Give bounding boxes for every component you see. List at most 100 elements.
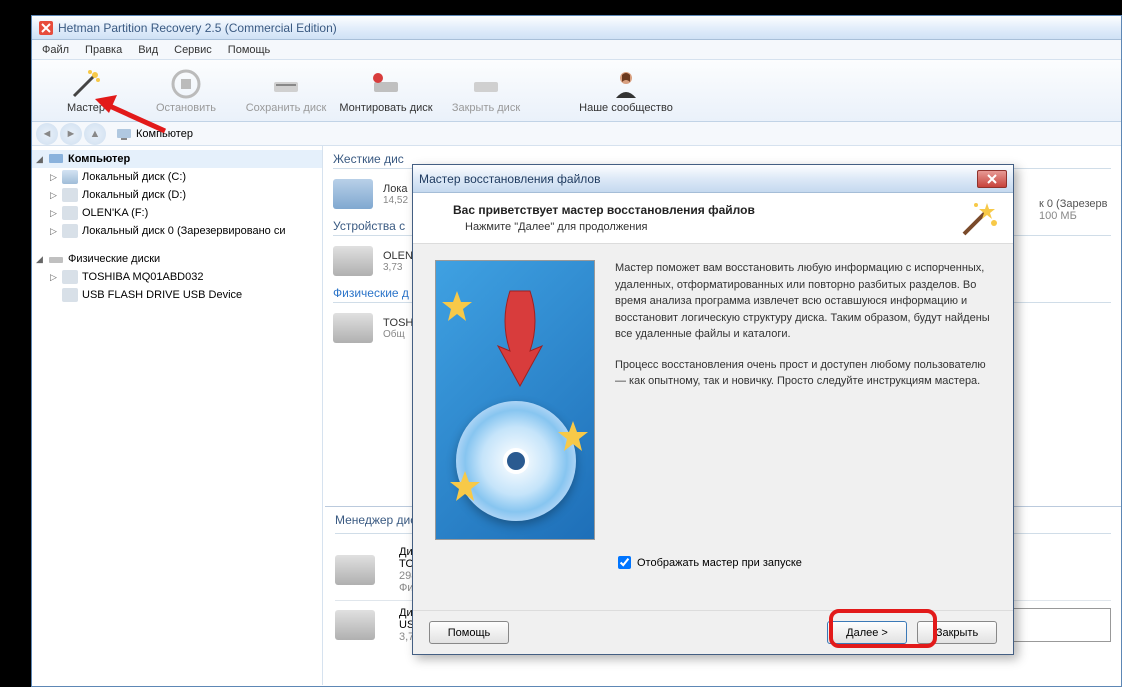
tree-item-label: OLEN'KA (F:) (82, 207, 148, 219)
tree-item-f[interactable]: ▷ OLEN'KA (F:) (32, 204, 322, 222)
tree-item-label: TOSHIBA MQ01ABD032 (82, 271, 203, 283)
wand-icon (959, 199, 999, 239)
close-disk-icon (470, 68, 502, 100)
menu-service[interactable]: Сервис (166, 42, 220, 58)
sidebar: ◢ Компьютер ▷ Локальный диск (C:) ▷ Локаль… (32, 146, 323, 685)
expand-icon[interactable]: ▷ (50, 226, 60, 237)
close-button[interactable]: Закрыть (917, 621, 997, 644)
drive-icon (62, 206, 78, 220)
wizard-para1: Мастер поможет вам восстановить любую ин… (615, 260, 991, 343)
wizard-dialog: Мастер восстановления файлов Вас приветс… (412, 164, 1014, 655)
menubar: Файл Правка Вид Сервис Помощь (32, 40, 1121, 60)
tree-phys-1[interactable]: USB FLASH DRIVE USB Device (32, 286, 322, 304)
tree-phys-header[interactable]: ◢ Физические диски (32, 250, 322, 268)
wizard-text: Мастер поможет вам восстановить любую ин… (615, 260, 991, 540)
disk-icon (333, 313, 373, 343)
wizard-titlebar[interactable]: Мастер восстановления файлов (413, 165, 1013, 193)
wizard-footer: Помощь Далее > Закрыть (413, 610, 1013, 654)
device-name: OLEN (383, 250, 413, 262)
tree-root-label: Компьютер (68, 153, 130, 165)
device-sub: Общ (383, 329, 413, 340)
nav-back-button[interactable]: ◄ (36, 123, 58, 145)
right-line1: к 0 (Зарезерв (1039, 198, 1119, 210)
nav-location[interactable]: Компьютер (116, 127, 193, 141)
expand-icon[interactable]: ◢ (36, 154, 46, 165)
disk-icon (48, 252, 64, 266)
wizard-title: Мастер восстановления файлов (419, 172, 977, 186)
star-icon (450, 471, 480, 501)
disk-icon (62, 288, 78, 302)
tree-item-c[interactable]: ▷ Локальный диск (C:) (32, 168, 322, 186)
disk-icon (335, 555, 375, 585)
tree-item-label: Локальный диск 0 (Зарезервировано си (82, 225, 285, 237)
star-icon (558, 421, 588, 451)
star-icon (442, 291, 472, 321)
save-disk-label: Сохранить диск (246, 102, 327, 114)
tree-phys-0[interactable]: ▷ TOSHIBA MQ01ABD032 (32, 268, 322, 286)
device-size: 3,73 (383, 262, 413, 273)
expand-icon[interactable]: ▷ (50, 272, 60, 283)
wizard-label: Мастер (67, 102, 105, 114)
arrow-down-icon (490, 281, 550, 391)
community-button[interactable]: Наше сообщество (576, 62, 676, 120)
close-icon (987, 174, 997, 184)
show-on-startup-checkbox[interactable] (618, 556, 631, 569)
help-button[interactable]: Помощь (429, 621, 509, 644)
stop-button[interactable]: Остановить (136, 62, 236, 120)
next-button[interactable]: Далее > (827, 621, 907, 644)
stop-label: Остановить (156, 102, 216, 114)
close-button[interactable] (977, 170, 1007, 188)
tree-root[interactable]: ◢ Компьютер (32, 150, 322, 168)
community-label: Наше сообщество (579, 102, 673, 114)
device-name: TOSH (383, 317, 413, 329)
app-icon (38, 20, 54, 36)
wizard-para2: Процесс восстановления очень прост и дос… (615, 357, 991, 390)
person-icon (610, 68, 642, 100)
close-disk-button[interactable]: Закрыть диск (436, 62, 536, 120)
tree-item-label: Локальный диск (D:) (82, 189, 186, 201)
hdd-icon (333, 179, 373, 209)
wizard-heading: Вас приветствует мастер восстановления ф… (453, 203, 958, 217)
computer-icon (116, 127, 132, 141)
menu-view[interactable]: Вид (130, 42, 166, 58)
tree-item-reserved[interactable]: ▷ Локальный диск 0 (Зарезервировано си (32, 222, 322, 240)
expand-icon[interactable]: ▷ (50, 208, 60, 219)
tree-item-label: USB FLASH DRIVE USB Device (82, 289, 242, 301)
drive-icon (62, 188, 78, 202)
mount-disk-label: Монтировать диск (339, 102, 432, 114)
menu-edit[interactable]: Правка (77, 42, 130, 58)
disk-icon (335, 610, 375, 640)
right-line2: 100 МБ (1039, 210, 1119, 222)
save-disk-button[interactable]: Сохранить диск (236, 62, 336, 120)
device-name: Лока (383, 183, 408, 195)
tree-phys-label: Физические диски (68, 253, 160, 265)
computer-icon (48, 152, 64, 166)
wizard-checkbox-row: Отображать мастер при запуске (413, 556, 1013, 569)
wand-icon (70, 68, 102, 100)
title-text: Hetman Partition Recovery 2.5 (Commercia… (58, 21, 337, 35)
wizard-body: Мастер поможет вам восстановить любую ин… (413, 244, 1013, 556)
expand-icon[interactable]: ▷ (50, 190, 60, 201)
wizard-button[interactable]: Мастер (36, 62, 136, 120)
nav-location-text: Компьютер (136, 128, 193, 140)
nav-up-button[interactable]: ▲ (84, 123, 106, 145)
drive-icon (62, 224, 78, 238)
wizard-header: Вас приветствует мастер восстановления ф… (413, 193, 1013, 244)
disk-icon (62, 270, 78, 284)
right-panel: к 0 (Зарезерв 100 МБ (1039, 198, 1119, 222)
expand-icon[interactable]: ◢ (36, 254, 46, 265)
checkbox-label: Отображать мастер при запуске (637, 557, 802, 569)
cd-center-icon (503, 448, 529, 474)
mount-disk-button[interactable]: Монтировать диск (336, 62, 436, 120)
expand-icon[interactable]: ▷ (50, 172, 60, 183)
tree-item-d[interactable]: ▷ Локальный диск (D:) (32, 186, 322, 204)
tree-item-label: Локальный диск (C:) (82, 171, 186, 183)
device-size: 14,52 (383, 195, 408, 206)
close-disk-label: Закрыть диск (452, 102, 520, 114)
mount-disk-icon (370, 68, 402, 100)
nav-fwd-button[interactable]: ► (60, 123, 82, 145)
drive-icon (62, 170, 78, 184)
menu-help[interactable]: Помощь (220, 42, 279, 58)
menu-file[interactable]: Файл (34, 42, 77, 58)
main-titlebar: Hetman Partition Recovery 2.5 (Commercia… (32, 16, 1121, 40)
